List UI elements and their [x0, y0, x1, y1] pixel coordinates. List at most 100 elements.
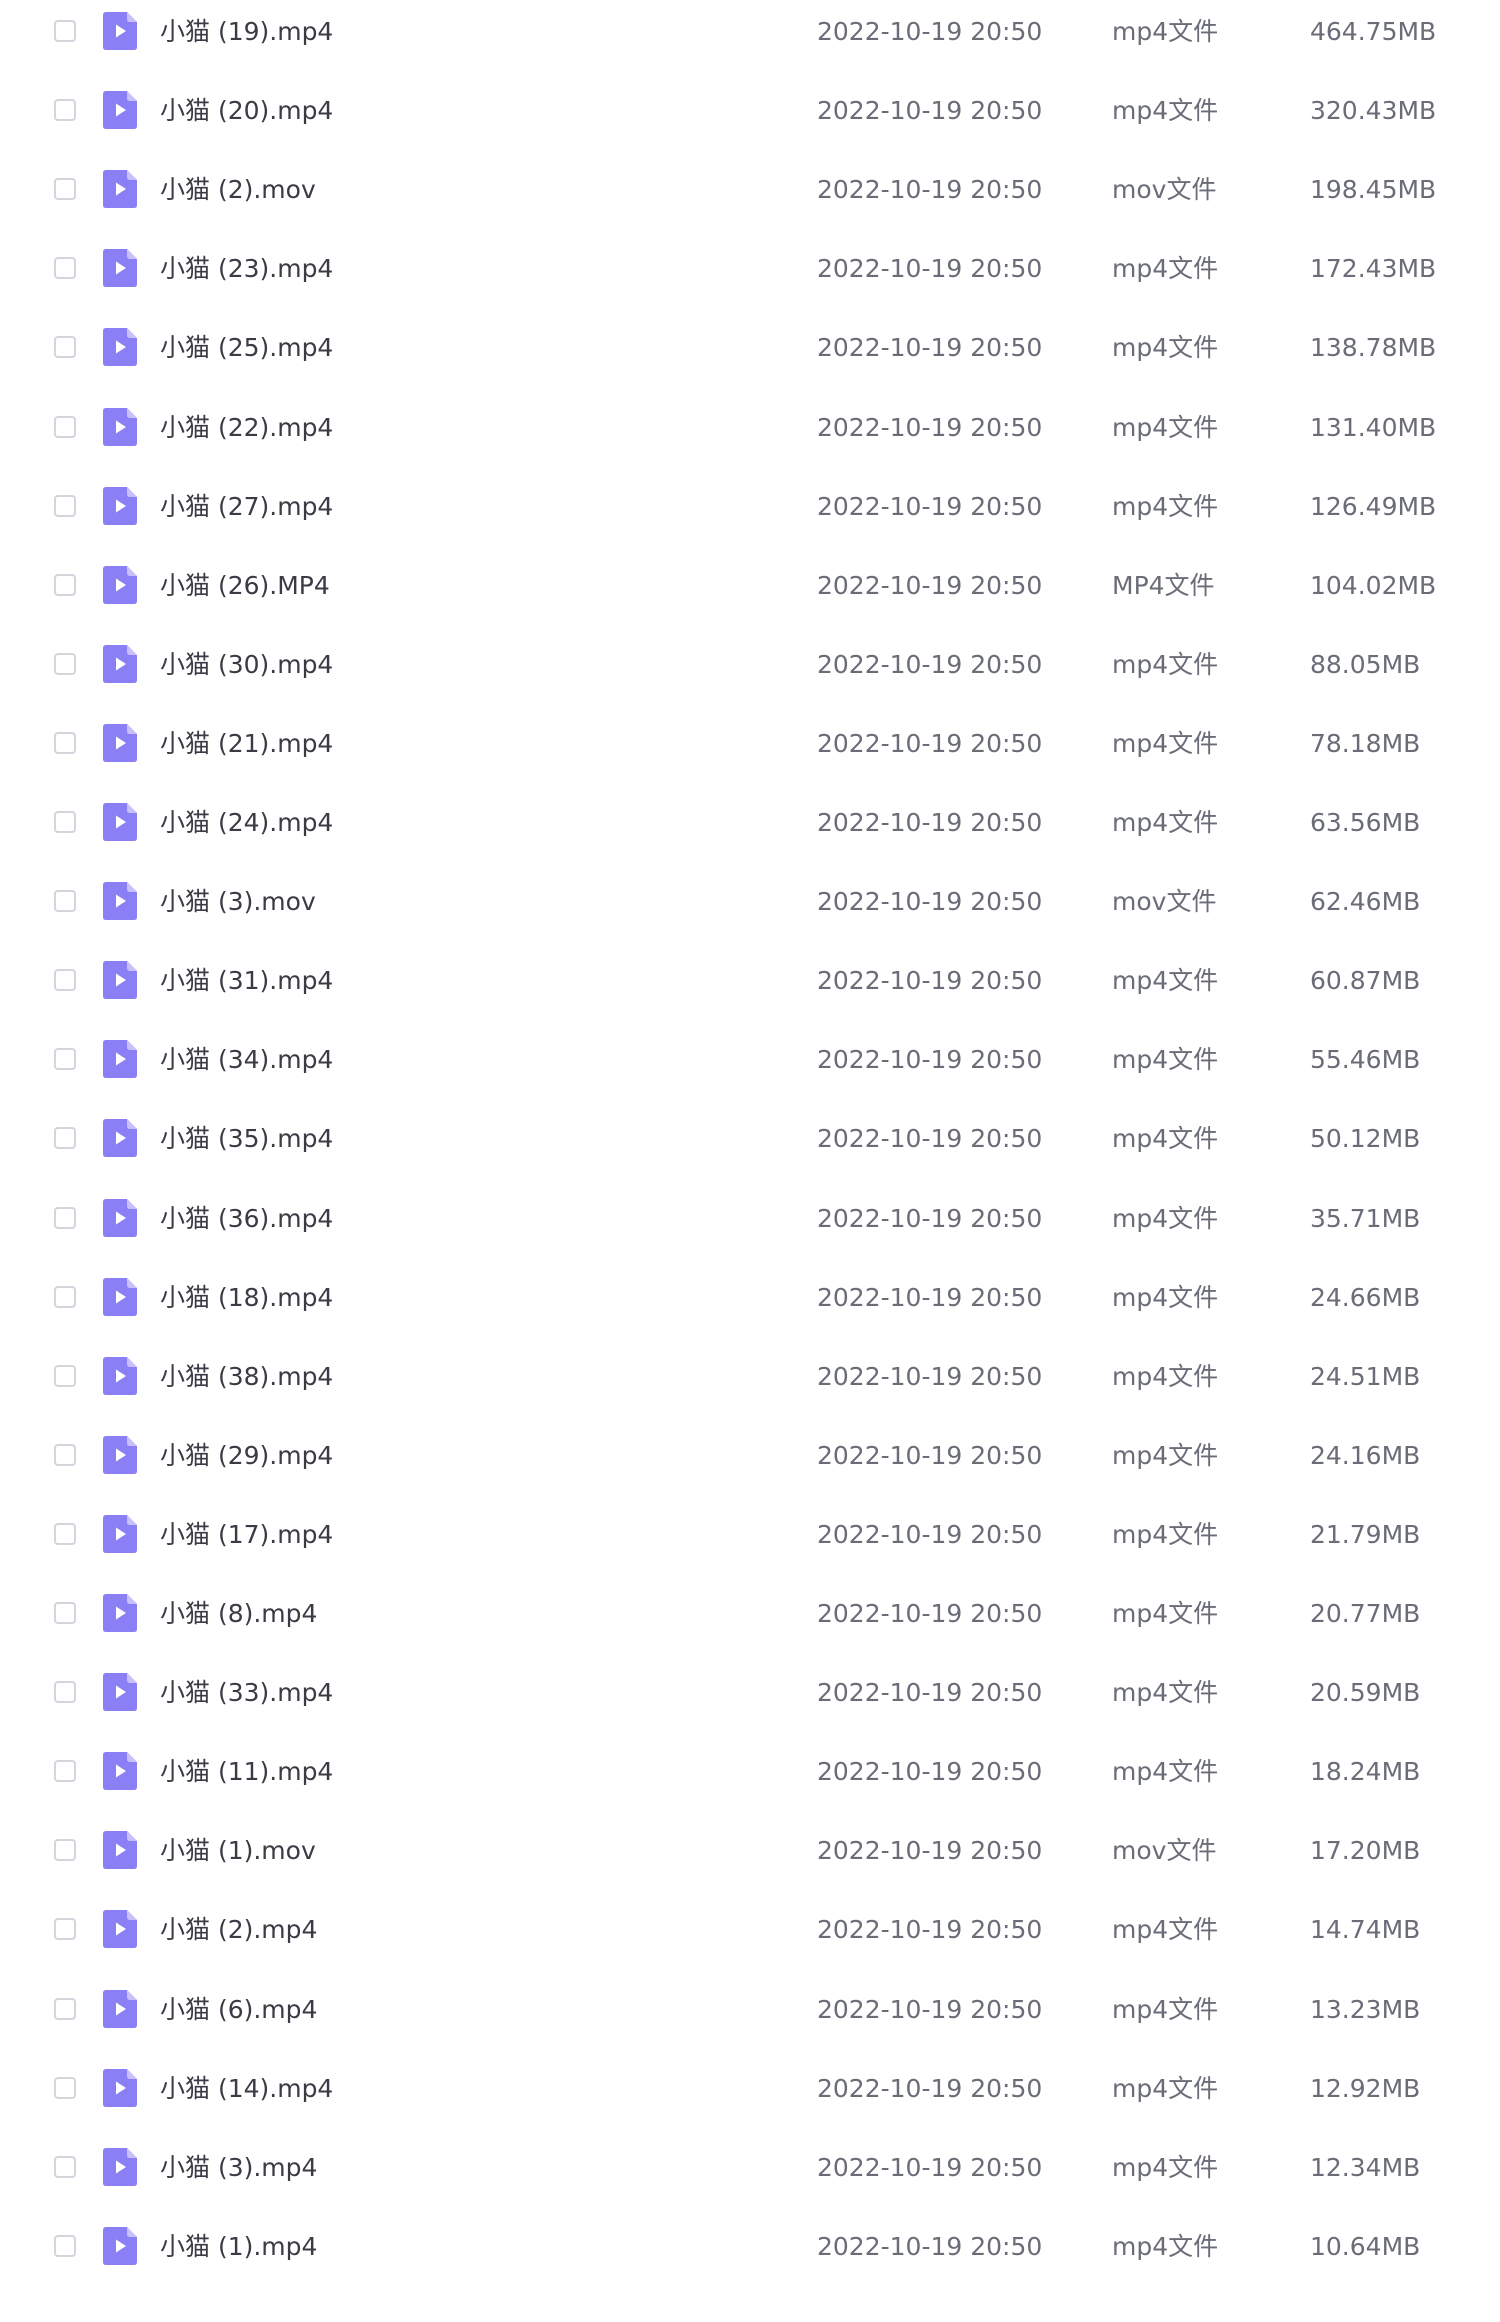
row-checkbox[interactable] — [54, 1127, 76, 1150]
file-type: mp4文件 — [1112, 491, 1219, 521]
row-checkbox[interactable] — [54, 1602, 76, 1624]
file-modified-date: 2022-10-19 20:50 — [817, 1045, 1043, 1075]
file-row[interactable]: 小猫 (36).mp4 2022-10-19 20:50 mp4文件 35.71… — [0, 1189, 1500, 1268]
row-checkbox[interactable] — [54, 2155, 76, 2178]
row-checkbox[interactable] — [54, 336, 76, 359]
file-name[interactable]: 小猫 (3).mov — [160, 886, 316, 918]
file-name[interactable]: 小猫 (17).mp4 — [160, 1519, 333, 1551]
file-size: 12.34MB — [1310, 2152, 1421, 2182]
row-checkbox[interactable] — [54, 1443, 76, 1466]
row-checkbox[interactable] — [54, 99, 76, 122]
file-row[interactable]: 小猫 (17).mp4 2022-10-19 20:50 mp4文件 21.79… — [0, 1505, 1500, 1584]
file-type: mov文件 — [1112, 175, 1217, 205]
file-row[interactable]: 小猫 (33).mp4 2022-10-19 20:50 mp4文件 20.59… — [0, 1663, 1500, 1742]
row-checkbox[interactable] — [54, 731, 76, 754]
file-row[interactable]: 小猫 (38).mp4 2022-10-19 20:50 mp4文件 24.51… — [0, 1347, 1500, 1426]
file-row[interactable]: 小猫 (20).mp4 2022-10-19 20:50 mp4文件 320.4… — [0, 81, 1500, 160]
file-name[interactable]: 小猫 (14).mp4 — [160, 2073, 333, 2105]
file-name[interactable]: 小猫 (8).mp4 — [160, 1598, 317, 1630]
file-name[interactable]: 小猫 (24).mp4 — [160, 807, 333, 839]
file-name[interactable]: 小猫 (2).mp4 — [160, 1914, 317, 1946]
file-row[interactable]: 小猫 (21).mp4 2022-10-19 20:50 mp4文件 78.18… — [0, 714, 1500, 793]
file-name[interactable]: 小猫 (23).mp4 — [160, 253, 333, 285]
file-name[interactable]: 小猫 (18).mp4 — [160, 1282, 333, 1314]
file-name[interactable]: 小猫 (35).mp4 — [160, 1123, 333, 1155]
file-name[interactable]: 小猫 (6).mp4 — [160, 1994, 317, 2026]
row-checkbox[interactable] — [54, 1997, 76, 2020]
row-checkbox[interactable] — [54, 415, 76, 438]
file-row[interactable]: 小猫 (35).mp4 2022-10-19 20:50 mp4文件 50.12… — [0, 1109, 1500, 1188]
row-checkbox[interactable] — [54, 969, 76, 992]
file-row[interactable]: 小猫 (8).mp4 2022-10-19 20:50 mp4文件 20.77M… — [0, 1584, 1500, 1663]
file-row[interactable]: 小猫 (27).mp4 2022-10-19 20:50 mp4文件 126.4… — [0, 477, 1500, 556]
row-checkbox[interactable] — [54, 1364, 76, 1387]
row-checkbox[interactable] — [54, 1285, 76, 1308]
file-row[interactable]: 小猫 (19).mp4 2022-10-19 20:50 mp4文件 464.7… — [0, 2, 1500, 81]
file-name[interactable]: 小猫 (34).mp4 — [160, 1044, 333, 1076]
video-file-icon — [103, 1198, 137, 1237]
row-checkbox[interactable] — [54, 890, 76, 913]
row-checkbox[interactable] — [54, 1839, 76, 1862]
file-name[interactable]: 小猫 (27).mp4 — [160, 491, 333, 523]
file-row[interactable]: 小猫 (18).mp4 2022-10-19 20:50 mp4文件 24.66… — [0, 1268, 1500, 1347]
file-name[interactable]: 小猫 (29).mp4 — [160, 1440, 333, 1472]
file-row[interactable]: 小猫 (24).mp4 2022-10-19 20:50 mp4文件 63.56… — [0, 793, 1500, 872]
file-type: mp4文件 — [1112, 728, 1219, 758]
row-checkbox[interactable] — [54, 494, 76, 517]
file-name[interactable]: 小猫 (26).MP4 — [160, 570, 330, 602]
row-checkbox[interactable] — [54, 1048, 76, 1071]
file-name[interactable]: 小猫 (21).mp4 — [160, 728, 333, 760]
video-file-icon — [103, 1356, 137, 1395]
file-row[interactable]: 小猫 (11).mp4 2022-10-19 20:50 mp4文件 18.24… — [0, 1742, 1500, 1821]
file-name[interactable]: 小猫 (3).mp4 — [160, 2152, 317, 2184]
file-row[interactable]: 小猫 (2).mp4 2022-10-19 20:50 mp4文件 14.74M… — [0, 1900, 1500, 1979]
file-row[interactable]: 小猫 (14).mp4 2022-10-19 20:50 mp4文件 12.92… — [0, 2059, 1500, 2138]
row-checkbox[interactable] — [54, 1206, 76, 1229]
file-row[interactable]: 小猫 (3).mp4 2022-10-19 20:50 mp4文件 12.34M… — [0, 2138, 1500, 2217]
file-modified-date: 2022-10-19 20:50 — [817, 1599, 1043, 1628]
row-checkbox[interactable] — [54, 1522, 76, 1545]
row-checkbox[interactable] — [54, 811, 76, 833]
file-row[interactable]: 小猫 (3).mov 2022-10-19 20:50 mov文件 62.46M… — [0, 872, 1500, 951]
file-type: mp4文件 — [1112, 966, 1219, 996]
file-row[interactable]: 小猫 (6).mp4 2022-10-19 20:50 mp4文件 13.23M… — [0, 1980, 1500, 2059]
file-row[interactable]: 小猫 (1).mp4 2022-10-19 20:50 mp4文件 10.64M… — [0, 2217, 1500, 2296]
row-checkbox[interactable] — [54, 2234, 76, 2257]
file-name[interactable]: 小猫 (25).mp4 — [160, 332, 333, 364]
file-type: mp4文件 — [1112, 2231, 1219, 2261]
file-name[interactable]: 小猫 (33).mp4 — [160, 1677, 333, 1709]
file-name[interactable]: 小猫 (20).mp4 — [160, 95, 333, 127]
file-row[interactable]: 小猫 (31).mp4 2022-10-19 20:50 mp4文件 60.87… — [0, 951, 1500, 1030]
row-checkbox[interactable] — [54, 652, 76, 675]
file-name[interactable]: 小猫 (36).mp4 — [160, 1203, 333, 1235]
file-row[interactable]: 小猫 (34).mp4 2022-10-19 20:50 mp4文件 55.46… — [0, 1030, 1500, 1109]
file-row[interactable]: 小猫 (23).mp4 2022-10-19 20:50 mp4文件 172.4… — [0, 239, 1500, 318]
row-checkbox[interactable] — [54, 573, 76, 596]
file-row[interactable]: 小猫 (2).mov 2022-10-19 20:50 mov文件 198.45… — [0, 160, 1500, 239]
row-checkbox[interactable] — [54, 1760, 76, 1783]
row-checkbox[interactable] — [54, 20, 76, 42]
file-modified-date: 2022-10-19 20:50 — [817, 1361, 1043, 1391]
file-size: 320.43MB — [1310, 96, 1437, 126]
file-row[interactable]: 小猫 (25).mp4 2022-10-19 20:50 mp4文件 138.7… — [0, 318, 1500, 397]
row-checkbox[interactable] — [54, 1681, 76, 1704]
row-checkbox[interactable] — [54, 1918, 76, 1941]
file-row[interactable]: 小猫 (30).mp4 2022-10-19 20:50 mp4文件 88.05… — [0, 635, 1500, 714]
file-name[interactable]: 小猫 (1).mov — [160, 1835, 316, 1867]
row-checkbox[interactable] — [54, 178, 76, 201]
file-type: mov文件 — [1112, 1836, 1217, 1866]
file-name[interactable]: 小猫 (30).mp4 — [160, 649, 333, 681]
file-row[interactable]: 小猫 (29).mp4 2022-10-19 20:50 mp4文件 24.16… — [0, 1426, 1500, 1505]
file-name[interactable]: 小猫 (2).mov — [160, 174, 316, 206]
file-name[interactable]: 小猫 (19).mp4 — [160, 16, 333, 48]
file-name[interactable]: 小猫 (11).mp4 — [160, 1756, 333, 1788]
file-name[interactable]: 小猫 (1).mp4 — [160, 2231, 317, 2263]
file-name[interactable]: 小猫 (22).mp4 — [160, 412, 333, 444]
file-name[interactable]: 小猫 (31).mp4 — [160, 965, 333, 997]
file-name[interactable]: 小猫 (38).mp4 — [160, 1361, 333, 1393]
row-checkbox[interactable] — [54, 2076, 76, 2099]
row-checkbox[interactable] — [54, 257, 76, 280]
file-row[interactable]: 小猫 (26).MP4 2022-10-19 20:50 MP4文件 104.0… — [0, 556, 1500, 635]
file-row[interactable]: 小猫 (1).mov 2022-10-19 20:50 mov文件 17.20M… — [0, 1821, 1500, 1900]
file-row[interactable]: 小猫 (22).mp4 2022-10-19 20:50 mp4文件 131.4… — [0, 398, 1500, 477]
